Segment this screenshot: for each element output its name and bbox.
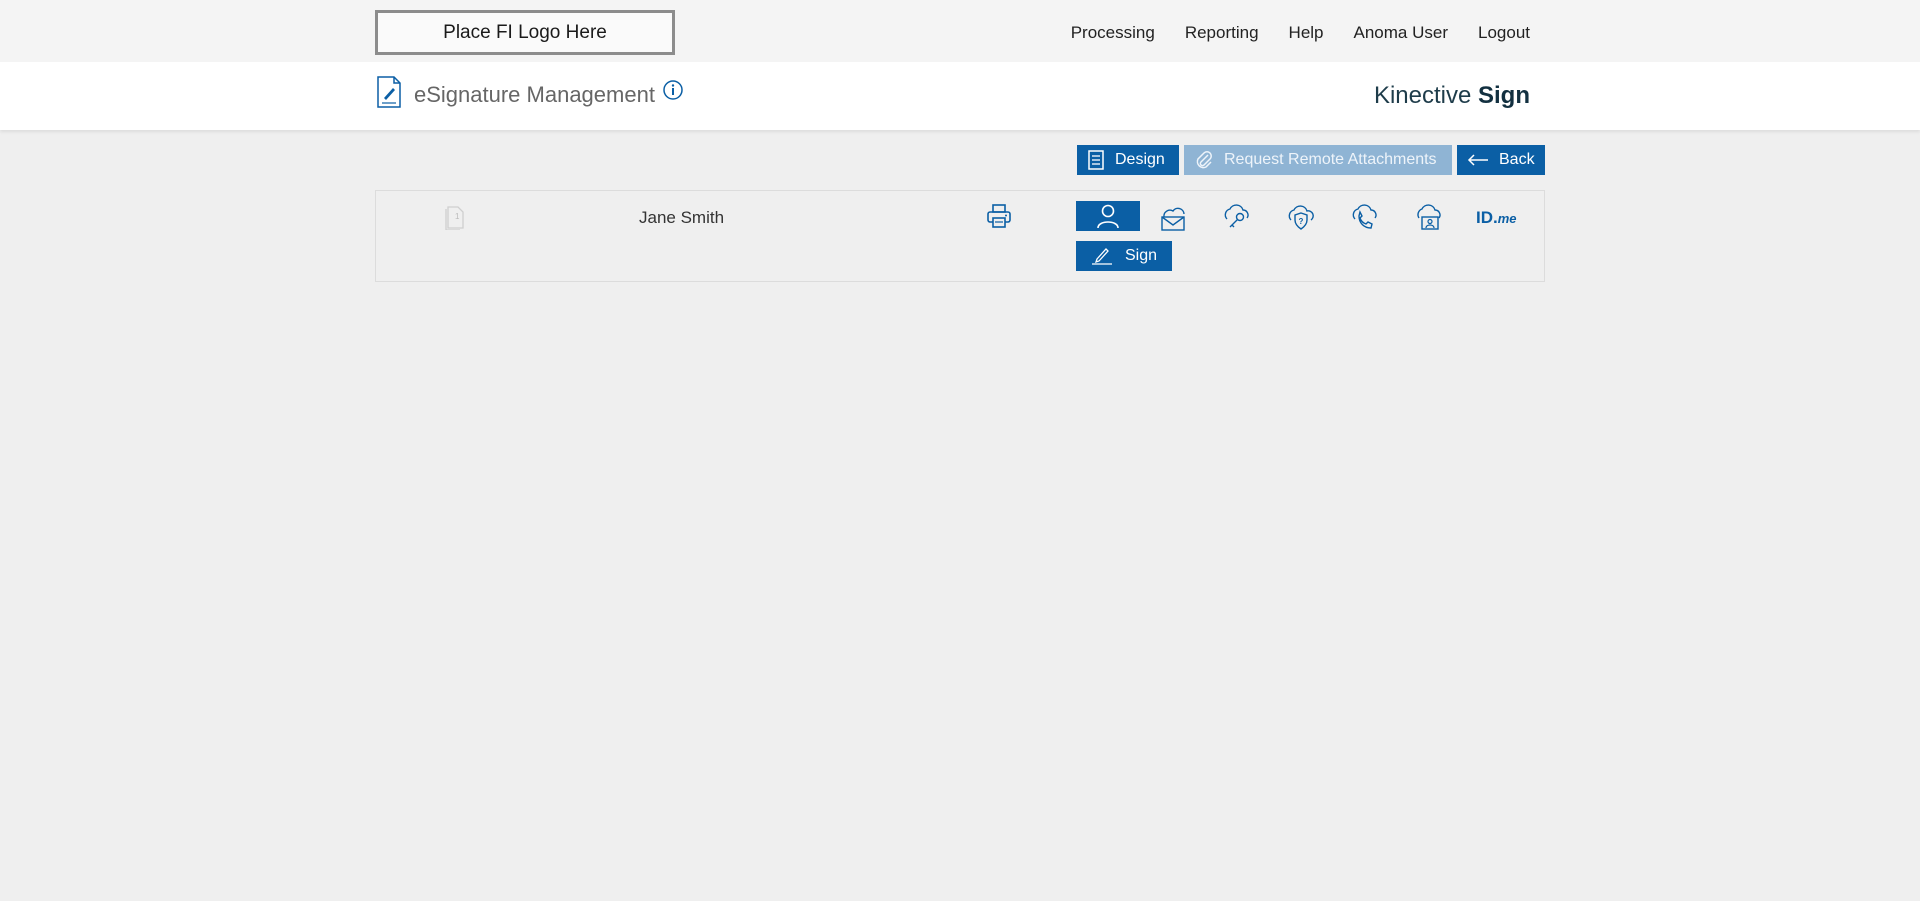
page-title: eSignature Management <box>414 82 655 107</box>
back-button[interactable]: Back <box>1457 145 1545 175</box>
idme-suffix: me <box>1497 211 1517 226</box>
signer-row: 1 Jane Smith ? ID.me Sign <box>375 190 1545 282</box>
cloud-mail-icon[interactable] <box>1158 203 1188 233</box>
brand-light: Kinective <box>1373 82 1478 109</box>
pen-icon <box>1091 248 1112 265</box>
cloud-shield-question-icon[interactable]: ? <box>1286 203 1316 233</box>
nav-reporting[interactable]: Reporting <box>1185 23 1259 43</box>
back-label: Back <box>1499 151 1535 168</box>
nav-help[interactable]: Help <box>1289 23 1324 43</box>
person-icon <box>1097 204 1119 229</box>
cloud-phone-icon[interactable] <box>1350 203 1380 233</box>
top-navigation: Processing Reporting Help Anoma User Log… <box>1071 0 1530 66</box>
design-button[interactable]: Design <box>1077 145 1179 175</box>
info-icon[interactable] <box>662 79 684 101</box>
signature-document-icon <box>376 76 402 108</box>
top-bar: Place FI Logo Here Processing Reporting … <box>0 0 1920 62</box>
cloud-id-card-icon[interactable] <box>1414 203 1444 233</box>
brand-bold: Sign <box>1478 82 1530 109</box>
document-page-icon: 1 <box>444 204 466 231</box>
idme-text: ID. <box>1476 208 1498 227</box>
signer-name: Jane Smith <box>639 208 725 227</box>
sign-label: Sign <box>1124 247 1158 264</box>
paperclip-icon <box>1196 151 1212 169</box>
kinective-sign-brand: Kinective Sign <box>1374 82 1530 110</box>
in-person-auth-button[interactable] <box>1076 201 1140 231</box>
printer-icon[interactable] <box>985 202 1013 230</box>
sub-header: eSignature Management Kinective Sign <box>0 62 1920 130</box>
nav-user-menu[interactable]: Anoma User <box>1354 23 1448 43</box>
arrow-left-icon <box>1467 154 1488 166</box>
nav-logout[interactable]: Logout <box>1478 23 1530 43</box>
idme-logo[interactable]: ID.me <box>1476 208 1517 228</box>
sign-button[interactable]: Sign <box>1076 241 1172 271</box>
nav-processing[interactable]: Processing <box>1071 23 1155 43</box>
cloud-key-icon[interactable] <box>1222 203 1252 233</box>
design-label: Design <box>1115 151 1165 168</box>
svg-text:?: ? <box>1299 217 1304 226</box>
document-list-icon <box>1088 150 1104 170</box>
document-page-number: 1 <box>455 212 460 221</box>
logo-text: Place FI Logo Here <box>443 21 607 43</box>
action-bar: Design Request Remote Attachments Back <box>0 145 1920 175</box>
request-remote-attachments-label: Request Remote Attachments <box>1224 151 1437 168</box>
fi-logo-placeholder[interactable]: Place FI Logo Here <box>375 10 675 55</box>
request-remote-attachments-button[interactable]: Request Remote Attachments <box>1184 145 1452 175</box>
